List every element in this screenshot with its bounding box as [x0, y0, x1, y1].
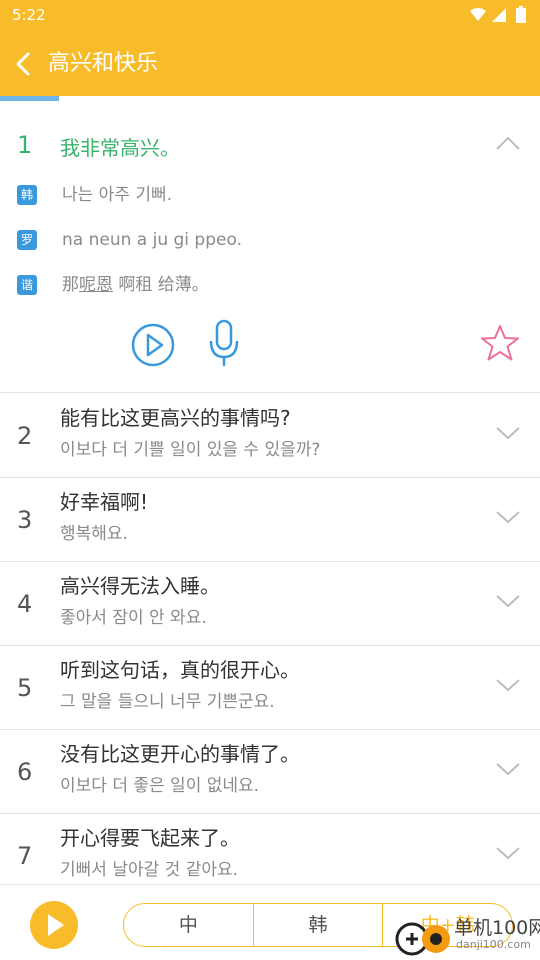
sentence-chinese: 能有比这更高兴的事情吗?: [60, 406, 291, 430]
play-all-button[interactable]: [30, 901, 78, 949]
mode-chinese[interactable]: 中: [124, 904, 254, 946]
sentence-korean: 행복해요.: [60, 524, 128, 544]
sentence-chinese: 高兴得无法入睡。: [60, 574, 220, 598]
status-time: 5:22: [12, 6, 46, 24]
chevron-up-icon[interactable]: [494, 133, 522, 153]
chevron-down-icon[interactable]: [495, 760, 521, 778]
play-audio-icon[interactable]: [131, 323, 175, 367]
homophone-row: 谐 那呢恩 啊租 给薄。: [17, 273, 497, 297]
sentence-number: 7: [17, 842, 33, 870]
sentence-korean: 이보다 더 좋은 일이 없네요.: [60, 776, 260, 796]
sentence-item-expanded: 1 我非常高兴。 韩 나는 아주 기뻐. 罗 na neun a ju gi p…: [0, 101, 540, 393]
chevron-down-icon[interactable]: [495, 676, 521, 694]
korean-text: 나는 아주 기뻐.: [62, 185, 173, 205]
signal-icon: [492, 8, 506, 22]
wifi-icon: [470, 8, 486, 21]
homophone-underlined[interactable]: 呢恩: [79, 275, 113, 295]
sentence-korean: 그 말을 들으니 너무 기쁜군요.: [60, 692, 275, 712]
watermark: 单机100网 danji100.com: [390, 905, 540, 960]
sentence-item[interactable]: 2 能有比这更高兴的事情吗? 이보다 더 기쁠 일이 있을 수 있을까?: [0, 394, 540, 478]
status-icons: [470, 6, 526, 23]
sentence-number: 6: [17, 758, 33, 786]
battery-icon: [516, 8, 526, 23]
sentence-chinese: 没有比这更开心的事情了。: [60, 742, 300, 766]
chevron-down-icon[interactable]: [495, 424, 521, 442]
homophone-before: 那: [62, 275, 79, 295]
sentence-chinese: 开心得要飞起来了。: [60, 826, 240, 850]
sentence-korean: 이보다 더 기쁠 일이 있을 수 있을까?: [60, 440, 321, 460]
sentence-korean: 기뻐서 날아갈 것 같아요.: [60, 860, 239, 880]
page-title: 高兴和快乐: [48, 51, 159, 76]
chevron-down-icon[interactable]: [495, 592, 521, 610]
romanization-text: na neun a ju gi ppeo.: [62, 230, 242, 250]
homophone-text: 那呢恩 啊租 给薄。: [62, 273, 209, 297]
watermark-logo-icon: [395, 922, 450, 956]
romanization-badge: 罗: [17, 230, 37, 250]
status-bar: 5:22: [0, 0, 540, 32]
sentence-item[interactable]: 4 高兴得无法入睡。 좋아서 잠이 안 와요.: [0, 562, 540, 646]
sentence-item[interactable]: 3 好幸福啊! 행복해요.: [0, 478, 540, 562]
sentence-item[interactable]: 6 没有比这更开心的事情了。 이보다 더 좋은 일이 없네요.: [0, 730, 540, 814]
microphone-icon[interactable]: [208, 319, 240, 369]
back-arrow-icon[interactable]: [10, 50, 38, 78]
sentence-item[interactable]: 5 听到这句话，真的很开心。 그 말을 들으니 너무 기쁜군요.: [0, 646, 540, 730]
korean-row: 韩 나는 아주 기뻐.: [17, 183, 497, 207]
sentence-number: 2: [17, 422, 33, 450]
star-favorite-icon[interactable]: [480, 323, 520, 363]
app-bar: 高兴和快乐: [0, 32, 540, 97]
sentence-korean: 좋아서 잠이 안 와요.: [60, 608, 207, 628]
watermark-brand: 单机100网: [454, 917, 540, 939]
sentence-chinese: 听到这句话，真的很开心。: [60, 658, 300, 682]
sentence-number: 1: [17, 131, 33, 159]
sentence-number: 4: [17, 590, 33, 618]
watermark-url: danji100.com: [456, 938, 531, 951]
homophone-badge: 谐: [17, 275, 37, 295]
sentence-number: 5: [17, 674, 33, 702]
mode-korean[interactable]: 韩: [254, 904, 384, 946]
sentence-chinese: 好幸福啊!: [60, 490, 149, 514]
sentence-number: 3: [17, 506, 33, 534]
chevron-down-icon[interactable]: [495, 508, 521, 526]
sentence-chinese: 我非常高兴。: [60, 136, 180, 160]
chevron-down-icon[interactable]: [495, 844, 521, 862]
homophone-after: 啊租 给薄。: [113, 275, 209, 295]
romanization-row: 罗 na neun a ju gi ppeo.: [17, 228, 497, 252]
korean-badge: 韩: [17, 185, 37, 205]
play-icon: [48, 914, 64, 936]
